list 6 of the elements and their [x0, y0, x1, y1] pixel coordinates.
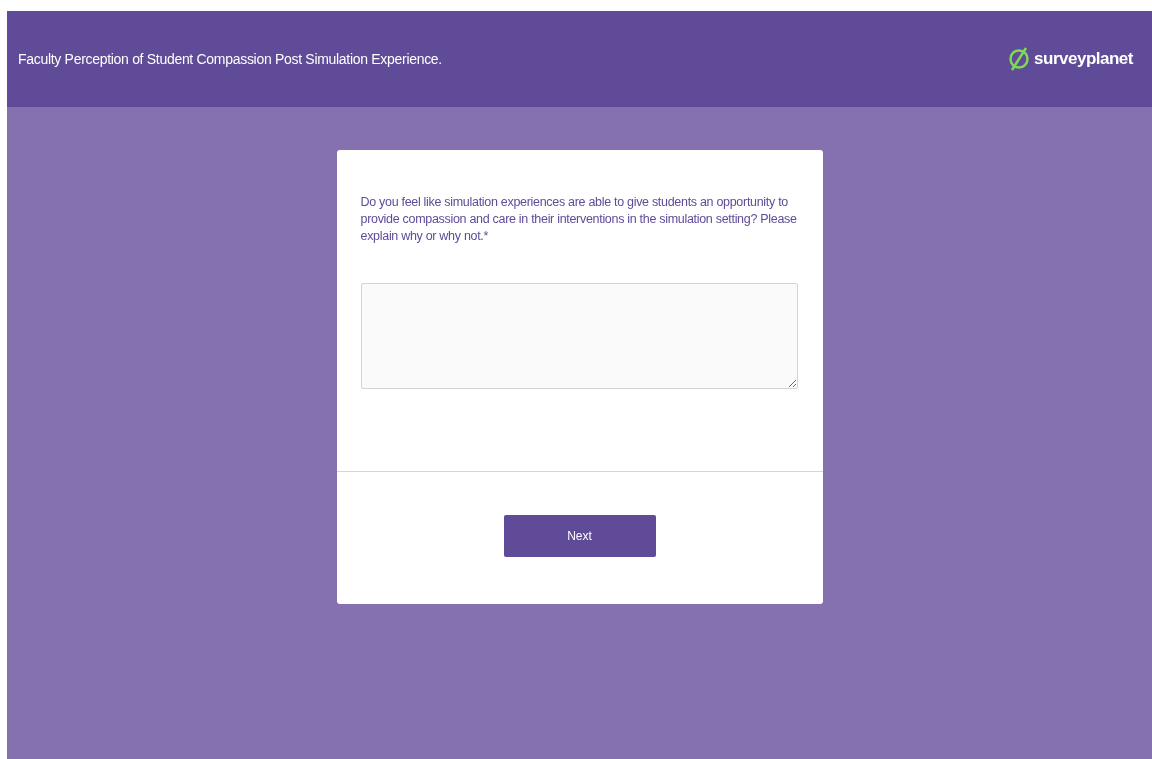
logo-text: surveyplanet [1034, 48, 1133, 71]
survey-title: Faculty Perception of Student Compassion Post Simulation Experience. [18, 49, 442, 69]
question-text: Do you feel like simulation experiences are able to give students an opportunity to provide compassion and care in their interventions in the simulation setting? Please explain why or why not.* [360, 194, 798, 245]
next-button[interactable]: Next [503, 515, 656, 557]
answer-box[interactable] [360, 283, 798, 389]
logo-icon [1008, 46, 1031, 72]
